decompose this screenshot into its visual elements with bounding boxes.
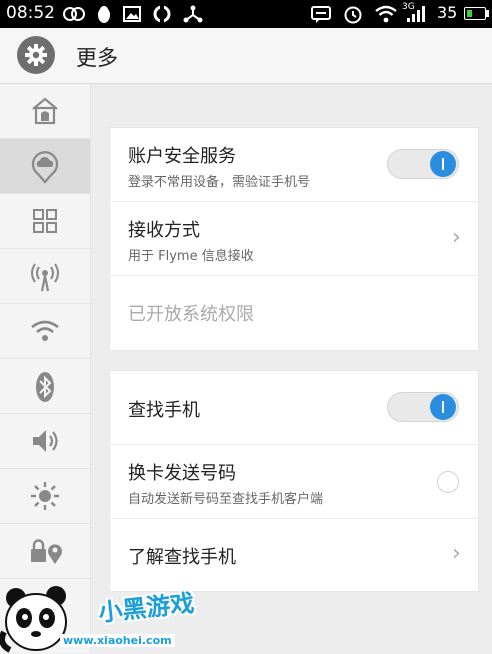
account-security-toggle[interactable] bbox=[387, 149, 459, 179]
receive-method-row[interactable]: 接收方式 用于 Flyme 信息接收 › bbox=[110, 202, 478, 276]
find-phone-row[interactable]: 查找手机 bbox=[110, 371, 478, 445]
hotspot-icon bbox=[31, 263, 59, 292]
chevron-right-icon: › bbox=[452, 541, 461, 566]
sidebar-item-privacy[interactable] bbox=[0, 524, 90, 579]
message-icon bbox=[310, 4, 331, 24]
sidebar-item-wifi[interactable] bbox=[0, 304, 90, 359]
sidebar-item-home[interactable] bbox=[0, 84, 90, 139]
penguin-icon bbox=[94, 4, 114, 24]
account-security-row[interactable]: 账户安全服务 登录不常用设备，需验证手机号 bbox=[110, 128, 478, 202]
sidebar-item-display[interactable] bbox=[0, 469, 90, 524]
battery-icon bbox=[464, 7, 486, 20]
status-time: 08:52 bbox=[6, 3, 55, 23]
sim-change-row[interactable]: 换卡发送号码 自动发送新号码至查找手机客户端 bbox=[110, 445, 478, 519]
account-security-title: 账户安全服务 bbox=[128, 146, 236, 167]
title-bar: 更多 bbox=[0, 28, 492, 84]
sidebar-item-apps[interactable] bbox=[0, 194, 90, 249]
image-icon bbox=[122, 4, 142, 24]
learn-find-phone-title: 了解查找手机 bbox=[128, 547, 236, 568]
system-permissions-title: 已开放系统权限 bbox=[128, 304, 254, 325]
sim-change-title: 换卡发送号码 bbox=[128, 463, 236, 484]
cloud-location-icon bbox=[31, 151, 59, 184]
infinity-icon bbox=[62, 4, 85, 24]
battery-tip bbox=[486, 10, 489, 17]
watermark-brand: 小黑游戏 bbox=[97, 589, 196, 627]
home-icon bbox=[32, 97, 58, 125]
wifi-icon bbox=[31, 320, 59, 341]
account-security-card: 账户安全服务 登录不常用设备，需验证手机号 接收方式 用于 Flyme 信息接收… bbox=[109, 127, 479, 351]
toggle-knob bbox=[430, 151, 456, 177]
chevron-right-icon: › bbox=[452, 225, 461, 250]
sidebar-item-sound[interactable] bbox=[0, 414, 90, 469]
sidebar bbox=[0, 84, 91, 653]
alarm-icon bbox=[342, 4, 362, 24]
grid-icon bbox=[33, 209, 57, 233]
sync-icon bbox=[152, 4, 172, 24]
sim-change-radio[interactable] bbox=[437, 471, 459, 493]
find-phone-toggle[interactable] bbox=[387, 392, 459, 422]
status-bar: 08:52 3G 35 bbox=[0, 0, 492, 28]
find-phone-card: 查找手机 换卡发送号码 自动发送新号码至查找手机客户端 了解查找手机 › bbox=[109, 370, 479, 592]
receive-method-title: 接收方式 bbox=[128, 220, 200, 241]
account-security-subtitle: 登录不常用设备，需验证手机号 bbox=[128, 175, 311, 190]
toggle-knob bbox=[430, 394, 456, 420]
brightness-icon bbox=[31, 482, 59, 510]
page-title: 更多 bbox=[76, 46, 118, 70]
lock-location-icon bbox=[31, 539, 62, 564]
sim-change-subtitle: 自动发送新号码至查找手机客户端 bbox=[128, 492, 324, 507]
signal-icon bbox=[405, 4, 425, 24]
gear-icon bbox=[17, 36, 55, 74]
system-permissions-row: 已开放系统权限 bbox=[110, 276, 478, 350]
bluetooth-icon bbox=[36, 372, 54, 402]
sidebar-item-bluetooth[interactable] bbox=[0, 359, 90, 414]
volume-icon bbox=[33, 430, 58, 452]
wifi-icon bbox=[374, 4, 397, 24]
watermark: 小黑游戏 www.xiaohei.com bbox=[0, 580, 240, 653]
battery-percent: 35 bbox=[437, 3, 458, 22]
receive-method-subtitle: 用于 Flyme 信息接收 bbox=[128, 249, 254, 264]
share-node-icon bbox=[182, 4, 203, 24]
watermark-url: www.xiaohei.com bbox=[60, 634, 175, 647]
sidebar-item-find[interactable] bbox=[0, 139, 90, 194]
find-phone-title: 查找手机 bbox=[128, 400, 200, 421]
sidebar-item-hotspot[interactable] bbox=[0, 249, 90, 304]
